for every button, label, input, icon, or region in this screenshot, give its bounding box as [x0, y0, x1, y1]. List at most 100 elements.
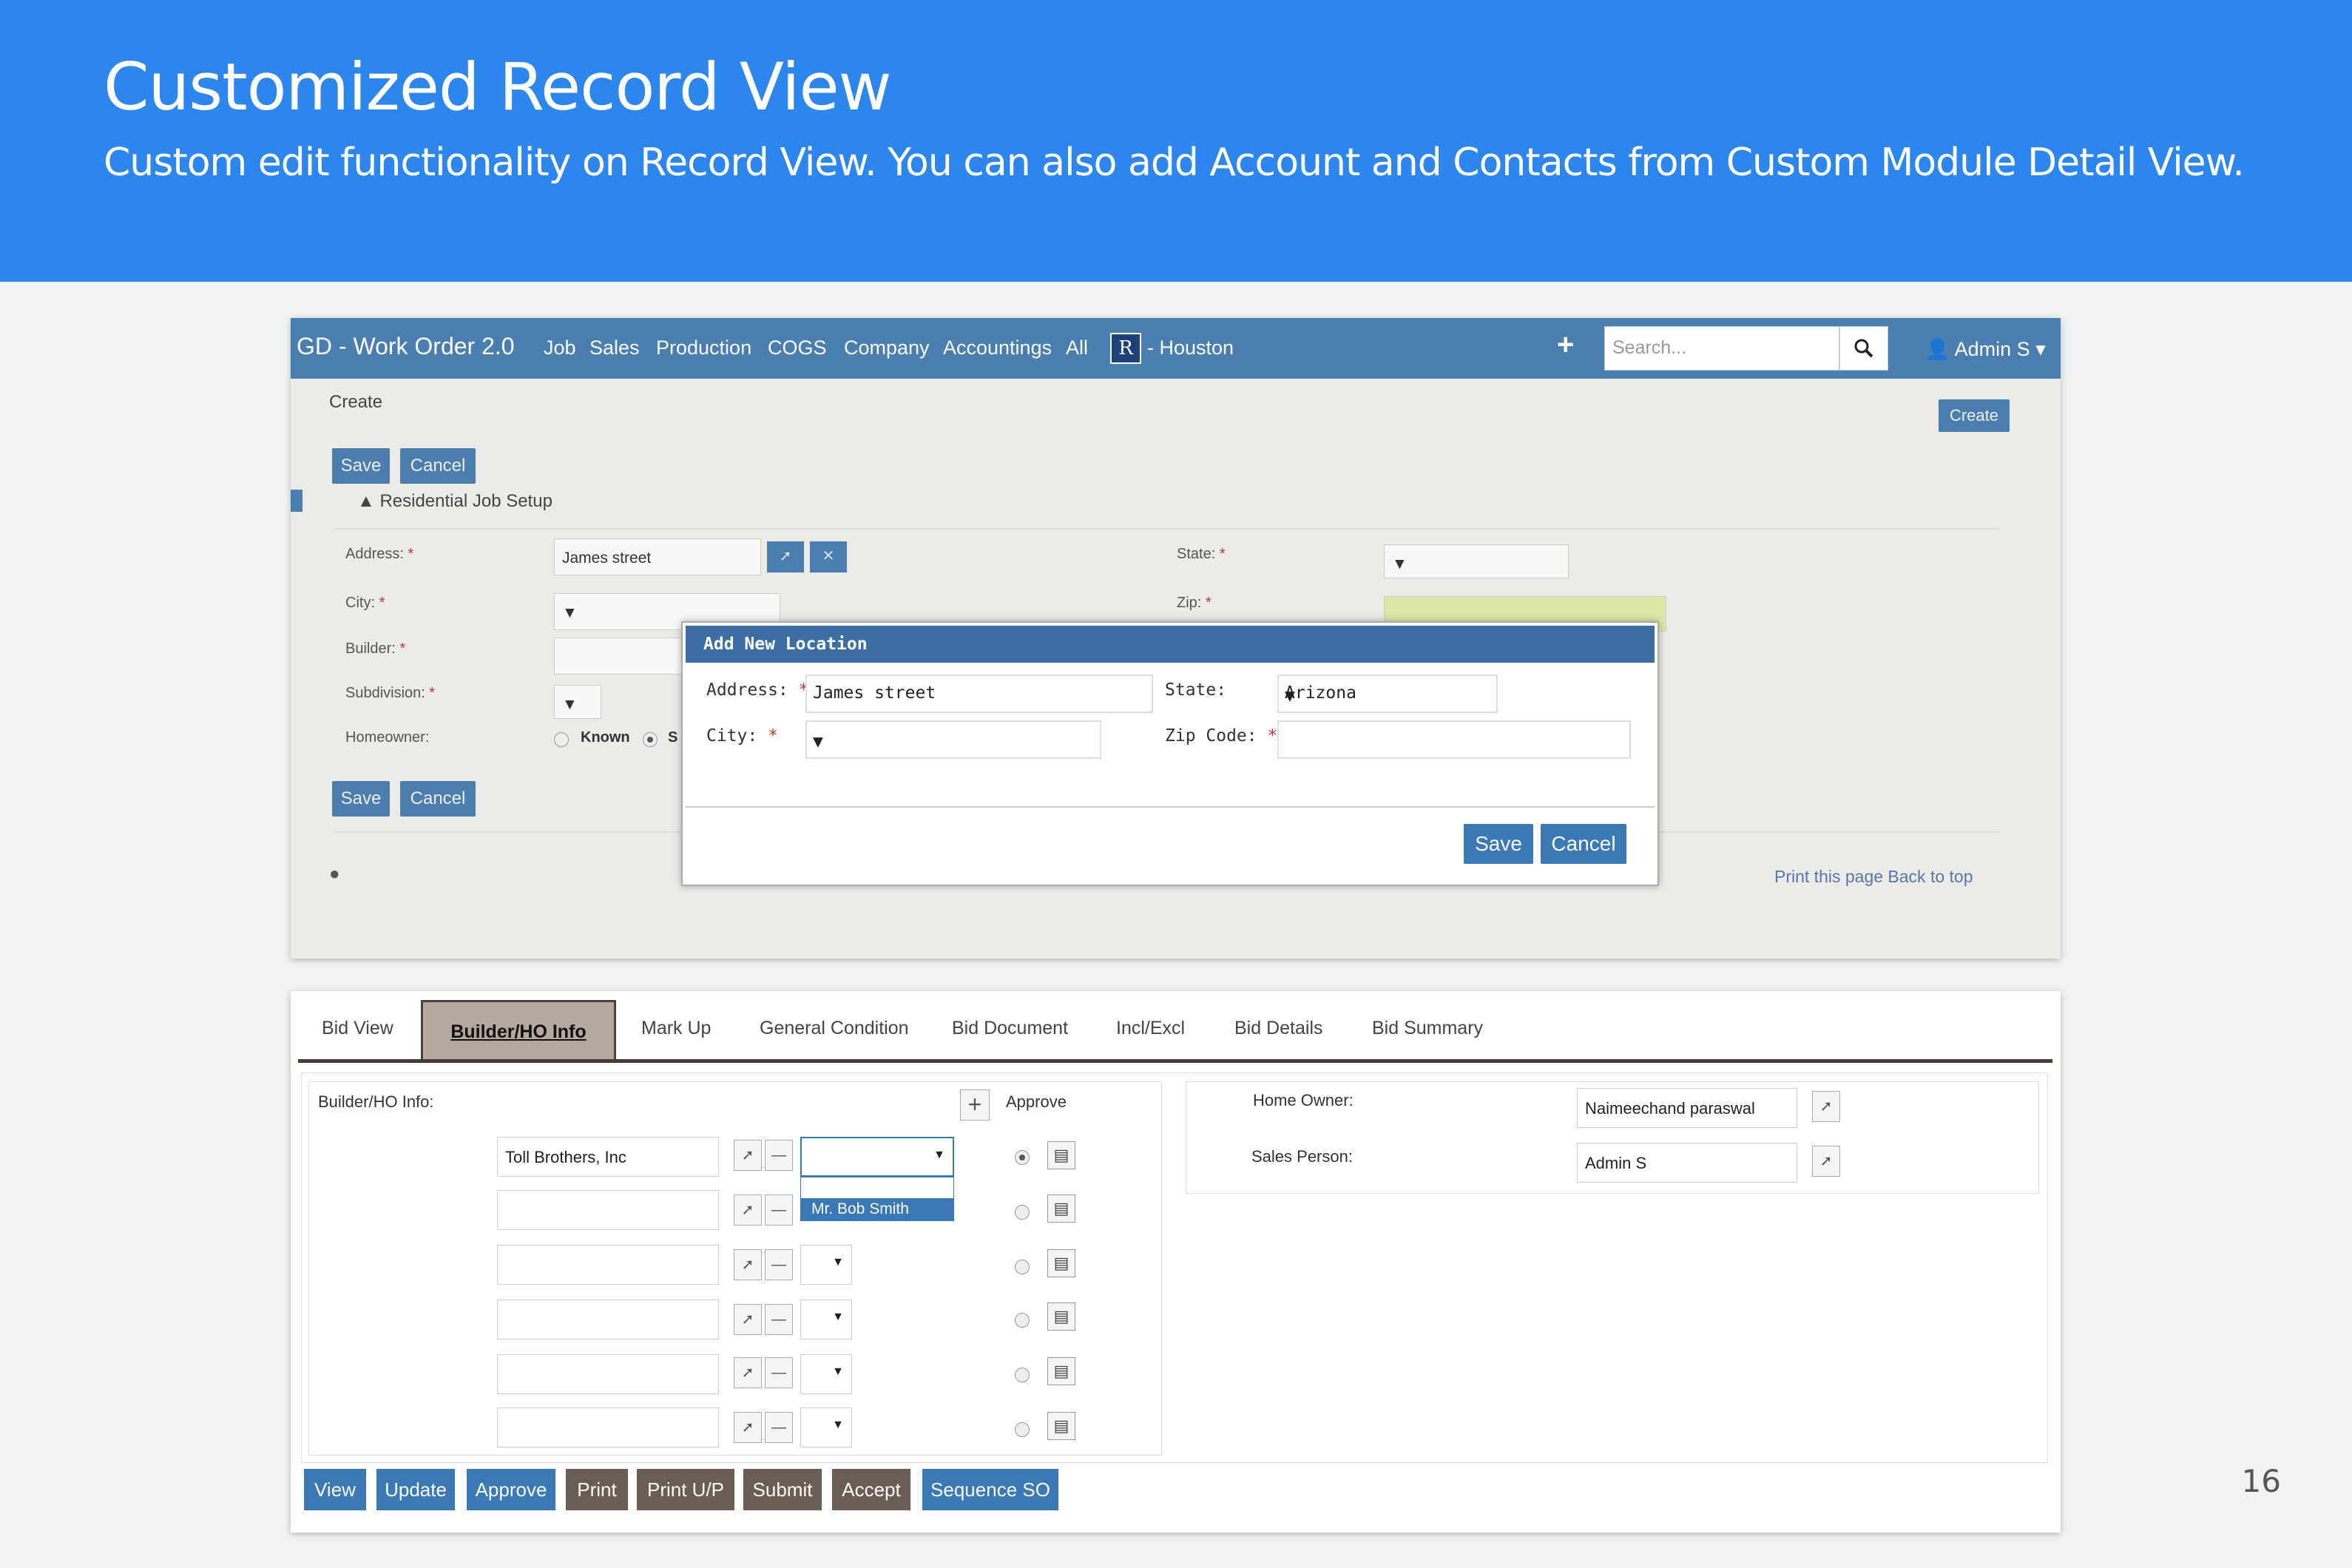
remove-icon[interactable]: —: [765, 1249, 793, 1280]
remove-icon[interactable]: —: [765, 1194, 793, 1226]
modal-save-button[interactable]: Save: [1464, 824, 1533, 864]
s-radio[interactable]: [643, 732, 658, 747]
section-header[interactable]: ▲ Residential Job Setup: [357, 491, 552, 512]
sales-person-field[interactable]: Admin S: [1577, 1143, 1797, 1183]
plus-icon[interactable]: +: [1557, 328, 1574, 362]
save-button-top[interactable]: Save: [332, 448, 390, 484]
builder-row-2-input[interactable]: [497, 1190, 719, 1230]
address-field[interactable]: James street: [554, 538, 761, 575]
tab-incl-excl[interactable]: Incl/Excl: [1116, 1018, 1185, 1039]
tab-bid-document[interactable]: Bid Document: [952, 1018, 1068, 1039]
nav-job[interactable]: Job: [544, 337, 576, 359]
approve-radio-2[interactable]: [1015, 1205, 1030, 1220]
approve-radio-3[interactable]: [1015, 1260, 1030, 1274]
nav-accountings[interactable]: Accountings: [943, 337, 1052, 359]
modal-state-label: State:: [1165, 680, 1227, 700]
select-icon[interactable]: ➚: [734, 1357, 762, 1388]
select-icon[interactable]: ➚: [734, 1412, 762, 1443]
section-title: Residential Job Setup: [379, 491, 552, 511]
builder-panel: Builder/HO Info: + Approve Toll Brothers…: [308, 1081, 1162, 1456]
tab-mark-up[interactable]: Mark Up: [641, 1018, 711, 1039]
chevron-up-icon: ▲: [357, 491, 375, 511]
modal-cancel-button[interactable]: Cancel: [1541, 824, 1626, 864]
select-sales-person-icon[interactable]: ➚: [1812, 1146, 1840, 1177]
builder-row-6-input[interactable]: [497, 1408, 719, 1447]
nav-cogs[interactable]: COGS: [768, 337, 827, 359]
approve-radio-6[interactable]: [1015, 1422, 1030, 1437]
approve-radio-5[interactable]: [1015, 1368, 1030, 1382]
select-icon[interactable]: ➚: [734, 1194, 762, 1226]
tab-bid-details[interactable]: Bid Details: [1234, 1018, 1323, 1039]
select-icon[interactable]: ➚: [734, 1249, 762, 1280]
remove-icon[interactable]: —: [765, 1412, 793, 1443]
book-icon[interactable]: ▤: [1047, 1412, 1075, 1440]
save-button-bottom[interactable]: Save: [332, 781, 390, 817]
location-label[interactable]: - Houston: [1147, 337, 1234, 359]
book-icon[interactable]: ▤: [1047, 1141, 1075, 1169]
contact-select-4[interactable]: ▼: [800, 1300, 852, 1339]
builder-row-4-input[interactable]: [497, 1300, 719, 1339]
builder-row-3-input[interactable]: [497, 1245, 719, 1285]
nav-production[interactable]: Production: [656, 337, 751, 359]
remove-icon[interactable]: —: [765, 1357, 793, 1388]
nav-company[interactable]: Company: [844, 337, 930, 359]
add-location-modal: Add New Location Address: * James street…: [681, 621, 1659, 886]
submit-button[interactable]: Submit: [743, 1469, 822, 1510]
dropdown-option-bob-smith[interactable]: Mr. Bob Smith: [801, 1198, 953, 1220]
print-up-button[interactable]: Print U/P: [637, 1469, 734, 1510]
known-radio[interactable]: [554, 732, 569, 747]
nav-all[interactable]: All: [1066, 337, 1088, 359]
select-icon[interactable]: ➚: [734, 1304, 762, 1335]
builder-row-5-input[interactable]: [497, 1354, 719, 1394]
search-icon[interactable]: [1839, 326, 1888, 371]
approve-radio-1[interactable]: [1015, 1150, 1030, 1165]
tab-builder-ho-info[interactable]: Builder/HO Info: [421, 1000, 616, 1061]
clear-address-icon[interactable]: ✕: [810, 541, 847, 572]
modal-zip-field[interactable]: [1277, 720, 1631, 759]
contact-select-6[interactable]: ▼: [800, 1408, 852, 1447]
subdivision-select[interactable]: ▼: [554, 685, 601, 719]
cancel-button-top[interactable]: Cancel: [400, 448, 476, 484]
update-button[interactable]: Update: [376, 1469, 455, 1510]
select-icon[interactable]: ➚: [734, 1140, 762, 1171]
tab-general-condition[interactable]: General Condition: [760, 1018, 909, 1039]
create-button[interactable]: Create: [1939, 399, 2010, 432]
subdivision-label: Subdivision: *: [345, 685, 436, 701]
builder-row-1-input[interactable]: Toll Brothers, Inc: [497, 1137, 719, 1177]
book-icon[interactable]: ▤: [1047, 1302, 1075, 1331]
sequence-so-button[interactable]: Sequence SO: [922, 1469, 1058, 1510]
nav-sales[interactable]: Sales: [589, 337, 640, 359]
print-button[interactable]: Print: [566, 1469, 628, 1510]
remove-icon[interactable]: —: [765, 1304, 793, 1335]
modal-address-field[interactable]: James street: [805, 675, 1153, 713]
state-select[interactable]: ▼: [1384, 544, 1569, 578]
select-home-owner-icon[interactable]: ➚: [1812, 1091, 1840, 1122]
user-menu[interactable]: 👤 Admin S ▾: [1925, 337, 2046, 361]
add-row-icon[interactable]: +: [960, 1089, 990, 1121]
accept-button[interactable]: Accept: [832, 1469, 910, 1510]
modal-state-select[interactable]: Arizona ▼: [1277, 675, 1498, 713]
user-name: Admin S: [1954, 338, 2030, 360]
globe-icon[interactable]: ●: [329, 864, 340, 885]
tab-bid-view[interactable]: Bid View: [322, 1018, 393, 1039]
contact-select-5[interactable]: ▼: [800, 1354, 852, 1394]
approve-radio-4[interactable]: [1015, 1313, 1030, 1328]
search-input[interactable]: Search...: [1604, 326, 1839, 371]
modal-city-select[interactable]: ▼: [805, 720, 1101, 759]
book-icon[interactable]: ▤: [1047, 1357, 1075, 1385]
app-brand[interactable]: GD - Work Order 2.0: [297, 333, 515, 360]
cancel-button-bottom[interactable]: Cancel: [400, 781, 476, 817]
approve-button[interactable]: Approve: [467, 1469, 555, 1510]
tab-bid-summary[interactable]: Bid Summary: [1372, 1018, 1483, 1039]
builder-field[interactable]: [554, 638, 687, 675]
view-button[interactable]: View: [304, 1469, 366, 1510]
side-handle[interactable]: [291, 490, 303, 512]
contact-select-3[interactable]: ▼: [800, 1245, 852, 1285]
book-icon[interactable]: ▤: [1047, 1194, 1075, 1223]
book-icon[interactable]: ▤: [1047, 1249, 1075, 1277]
contact-select-1[interactable]: ▼: [800, 1137, 954, 1177]
remove-icon[interactable]: —: [765, 1140, 793, 1171]
footer-links[interactable]: Print this page Back to top: [1774, 867, 1973, 887]
select-address-icon[interactable]: ➚: [767, 541, 804, 572]
home-owner-field[interactable]: Naimeechand paraswal: [1577, 1088, 1797, 1128]
